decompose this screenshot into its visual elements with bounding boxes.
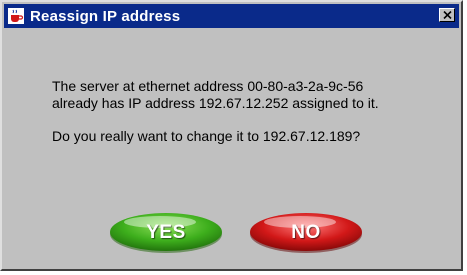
no-button[interactable]: NO (248, 211, 364, 254)
title-bar[interactable]: Reassign IP address (4, 4, 459, 28)
dialog-window: Reassign IP address The server at ethern… (0, 0, 463, 271)
close-icon (442, 6, 452, 24)
close-button[interactable] (439, 8, 455, 22)
window-title: Reassign IP address (30, 7, 181, 25)
java-coffee-cup-icon (7, 7, 25, 25)
message-line: The server at ethernet address 00-80-a3-… (52, 78, 364, 94)
no-button-label: NO (291, 221, 321, 243)
confirm-question: Do you really want to change it to 192.6… (52, 128, 361, 144)
yes-button[interactable]: YES (108, 211, 224, 254)
message-text: The server at ethernet address 00-80-a3-… (52, 78, 379, 145)
message-line: already has IP address 192.67.12.252 ass… (52, 95, 379, 111)
yes-button-label: YES (146, 221, 186, 243)
